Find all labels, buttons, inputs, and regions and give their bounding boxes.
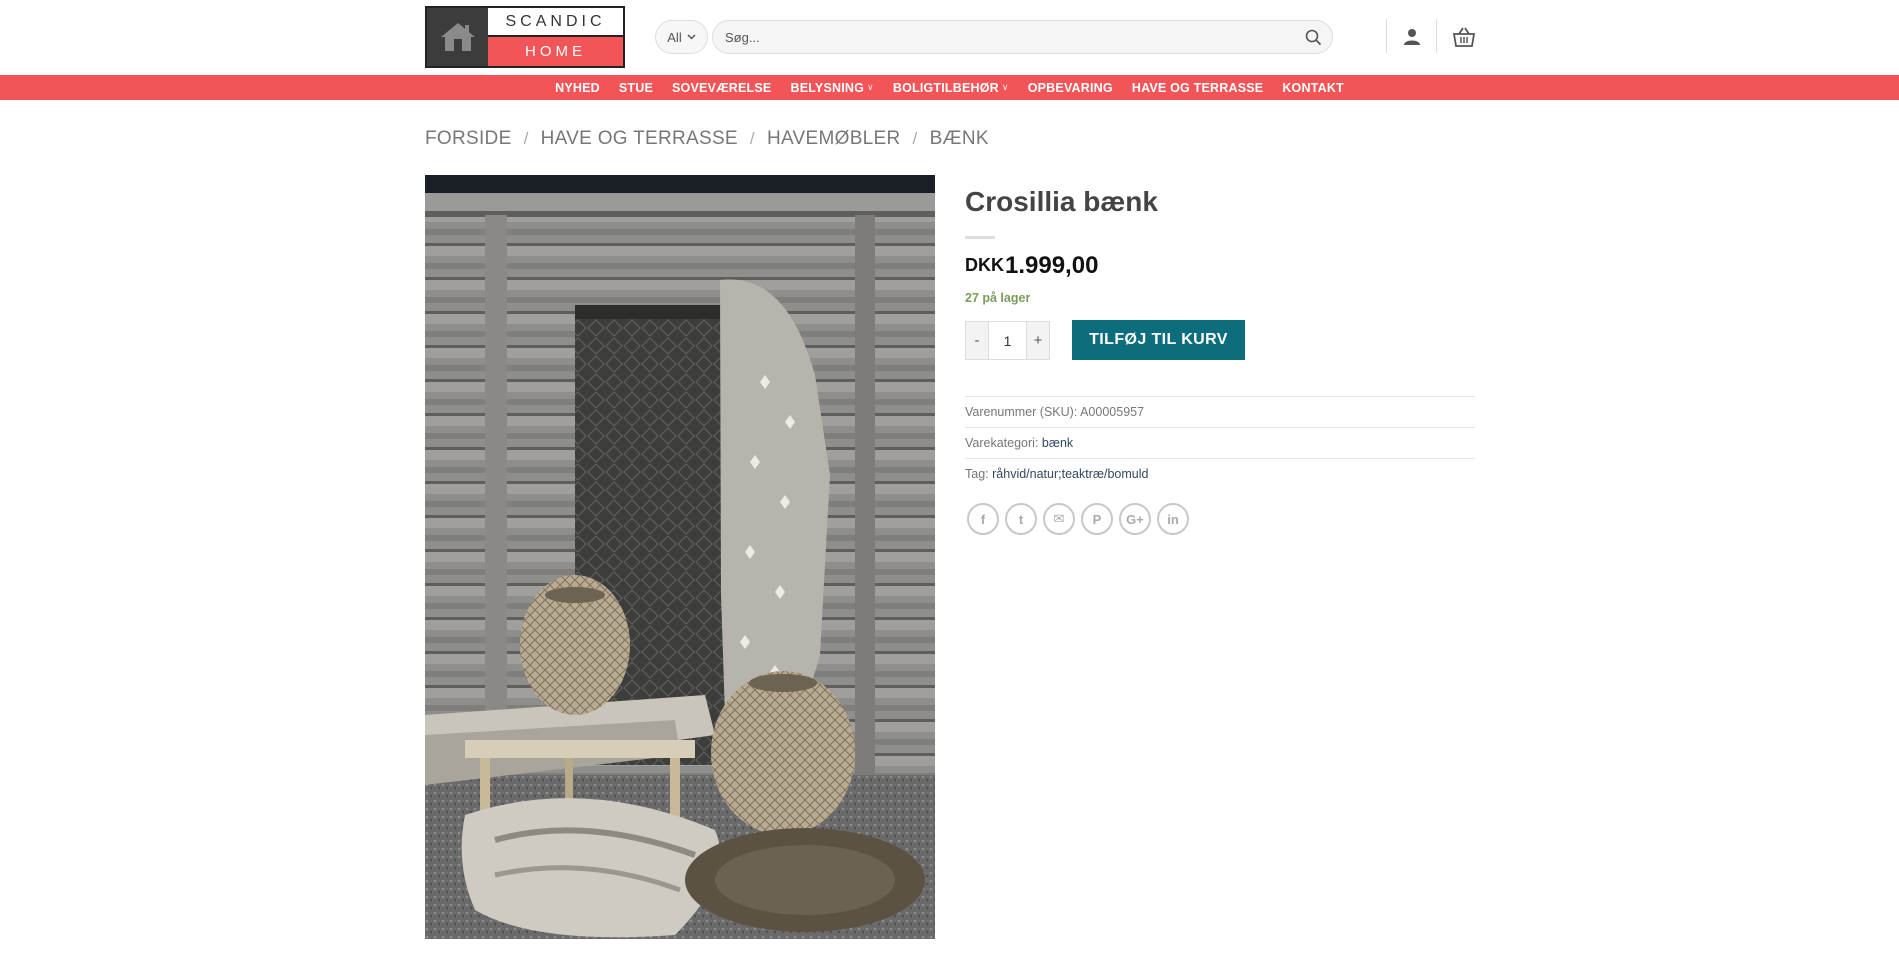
user-icon[interactable] [1400, 25, 1424, 49]
breadcrumb-separator: / [912, 129, 918, 148]
chevron-down-icon [687, 34, 696, 40]
nav-item-label: SOVEVÆRELSE [672, 80, 772, 95]
sku-row: Varenummer (SKU): A00005957 [965, 405, 1475, 419]
product-price: DKK 1.999,00 [965, 252, 1098, 280]
nav-item-opbevaring[interactable]: OPBEVARING [1028, 81, 1113, 95]
meta-divider [965, 396, 1475, 397]
stock-status: 27 på lager [965, 291, 1031, 305]
search-icon[interactable] [1303, 27, 1323, 47]
breadcrumb-item[interactable]: HAVE OG TERRASSE [541, 128, 738, 150]
facebook-icon[interactable]: f [967, 503, 999, 535]
nav-item-label: HAVE OG TERRASSE [1131, 80, 1264, 95]
nav-item-kontakt[interactable]: KONTAKT [1282, 81, 1344, 95]
nav-item-label: BELYSNING [790, 80, 865, 95]
breadcrumb-separator: / [749, 129, 755, 148]
quantity-increase-button[interactable]: + [1027, 322, 1049, 359]
logo-top-text: SCANDIC [488, 8, 623, 37]
quantity-decrease-button[interactable]: - [966, 322, 988, 359]
nav-item-nyhed[interactable]: NYHED [555, 81, 600, 95]
linkedin-icon[interactable]: in [1157, 503, 1189, 535]
add-to-cart-button[interactable]: TILFØJ TIL KURV [1072, 320, 1245, 360]
search-bar: All [655, 20, 1333, 54]
category-link[interactable]: bænk [1042, 436, 1073, 450]
header-divider [1386, 19, 1387, 53]
tag-link[interactable]: råhvid/natur;teaktræ/bomuld [992, 467, 1148, 481]
nav-item-belysning[interactable]: BELYSNING ∨ [790, 81, 873, 95]
title-divider [965, 236, 995, 239]
nav-item-stue[interactable]: STUE [619, 81, 653, 95]
meta-divider [965, 427, 1475, 428]
nav-item-label: BOLIGTILBEHØR [892, 80, 999, 95]
tag-row: Tag: råhvid/natur;teaktræ/bomuld [965, 467, 1475, 481]
share-buttons: f t ✉ P G+ in [967, 503, 1189, 535]
house-icon [427, 8, 488, 66]
breadcrumb-item[interactable]: HAVEMØBLER [767, 128, 901, 150]
twitter-icon[interactable]: t [1005, 503, 1037, 535]
quantity-stepper: - + [965, 321, 1050, 360]
basket-icon[interactable] [1450, 23, 1478, 51]
site-logo[interactable]: SCANDIC HOME [425, 6, 625, 68]
price-currency: DKK [965, 255, 1004, 275]
breadcrumb-item[interactable]: FORSIDE [425, 128, 512, 150]
sku-label: Varenummer (SKU): [965, 405, 1078, 419]
header-divider [1436, 19, 1437, 53]
category-row: Varekategori: bænk [965, 436, 1475, 450]
sku-value: A00005957 [1080, 405, 1145, 419]
pinterest-icon[interactable]: P [1081, 503, 1113, 535]
meta-divider [965, 458, 1475, 459]
nav-item-boligtilbehør[interactable]: BOLIGTILBEHØR ∨ [893, 81, 1009, 95]
nav-item-soveværelse[interactable]: SOVEVÆRELSE [672, 81, 771, 95]
breadcrumb: FORSIDE / HAVE OG TERRASSE / HAVEMØBLER / BÆNK [425, 128, 989, 150]
product-image[interactable] [425, 175, 935, 939]
nav-item-label: NYHED [555, 80, 600, 95]
email-icon[interactable]: ✉ [1043, 503, 1075, 535]
tag-label: Tag: [965, 467, 989, 481]
search-input[interactable] [712, 20, 1333, 54]
site-header: SCANDIC HOME All [0, 0, 1899, 75]
nav-menu: NYHED STUE SOVEVÆRELSE BELYSNING ∨ BOLIGTILBE… [555, 81, 1344, 95]
google-plus-icon[interactable]: G+ [1119, 503, 1151, 535]
main-nav: NYHED STUE SOVEVÆRELSE BELYSNING ∨ BOLIGTILBE… [0, 75, 1899, 100]
logo-wordmark: SCANDIC HOME [488, 8, 623, 66]
chevron-down-icon: ∨ [1001, 82, 1009, 92]
search-category-select[interactable]: All [655, 20, 708, 54]
nav-item-label: STUE [618, 80, 654, 95]
price-amount: 1.999,00 [1005, 252, 1099, 279]
category-label: Varekategori: [965, 436, 1039, 450]
logo-bottom-text: HOME [488, 37, 623, 66]
breadcrumb-item[interactable]: BÆNK [930, 128, 989, 150]
nav-item-label: OPBEVARING [1027, 80, 1113, 95]
nav-item-label: KONTAKT [1282, 80, 1344, 95]
nav-item-have-og-terrasse[interactable]: HAVE OG TERRASSE [1132, 81, 1263, 95]
product-title: Crosillia bænk [965, 186, 1158, 217]
quantity-input[interactable] [988, 322, 1027, 359]
search-category-label: All [667, 29, 682, 45]
chevron-down-icon: ∨ [867, 82, 874, 92]
breadcrumb-separator: / [523, 129, 529, 148]
